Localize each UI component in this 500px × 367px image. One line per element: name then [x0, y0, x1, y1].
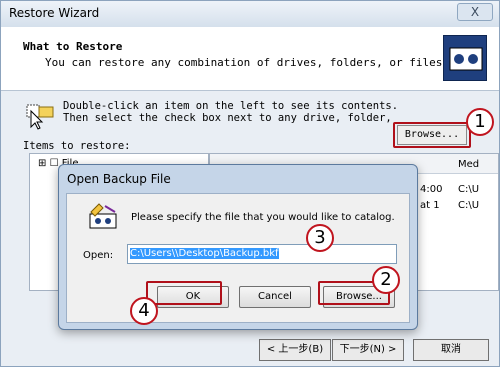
- open-path-input[interactable]: C:\Users\\Desktop\Backup.bkf: [127, 244, 397, 264]
- instruction-line-2: Then select the check box next to any dr…: [63, 112, 392, 124]
- step-marker-3: 3: [306, 224, 334, 252]
- items-to-restore-label: Items to restore:: [23, 140, 131, 152]
- row-2-media: C:\U: [458, 200, 480, 211]
- ok-button[interactable]: OK: [157, 286, 229, 308]
- browse-button[interactable]: Browse...: [397, 125, 467, 145]
- back-button[interactable]: < 上一步(B): [259, 339, 331, 361]
- row-1-media: C:\U: [458, 184, 480, 195]
- next-button[interactable]: 下一步(N) >: [332, 339, 404, 361]
- row-1-time: 4:00: [420, 184, 443, 195]
- dialog-title: Open Backup File: [67, 172, 171, 186]
- dialog-cancel-button[interactable]: Cancel: [239, 286, 311, 308]
- step-marker-2: 2: [372, 266, 400, 294]
- expand-icon[interactable]: ⊞: [38, 158, 46, 169]
- open-backup-file-dialog: Open Backup File Please specify the file…: [58, 164, 418, 330]
- backup-tape-icon: [443, 35, 487, 81]
- catalog-icon: [87, 202, 119, 234]
- wizard-header: What to Restore You can restore any comb…: [1, 27, 499, 91]
- open-label: Open:: [83, 250, 114, 261]
- dialog-message: Please specify the file that you would l…: [131, 212, 395, 223]
- instruction-line-1: Double-click an item on the left to see …: [63, 100, 399, 112]
- checkbox[interactable]: ☐: [50, 158, 59, 169]
- dialog-body: Please specify the file that you would l…: [66, 193, 410, 323]
- step-marker-4: 4: [130, 297, 158, 325]
- cancel-button[interactable]: 取消: [413, 339, 489, 361]
- selected-path-text: C:\Users\\Desktop\Backup.bkf: [130, 248, 279, 259]
- instructions: Double-click an item on the left to see …: [63, 100, 398, 124]
- close-button[interactable]: X: [457, 3, 493, 21]
- row-2-time: at 1: [420, 200, 440, 211]
- page-title: What to Restore: [23, 40, 123, 53]
- title-bar: Restore Wizard X: [1, 1, 499, 27]
- window-title: Restore Wizard: [9, 6, 100, 20]
- page-subtitle: You can restore any combination of drive…: [45, 56, 449, 69]
- folder-cursor-icon: [25, 103, 55, 131]
- column-media[interactable]: Med: [458, 159, 479, 170]
- step-marker-1: 1: [466, 108, 494, 136]
